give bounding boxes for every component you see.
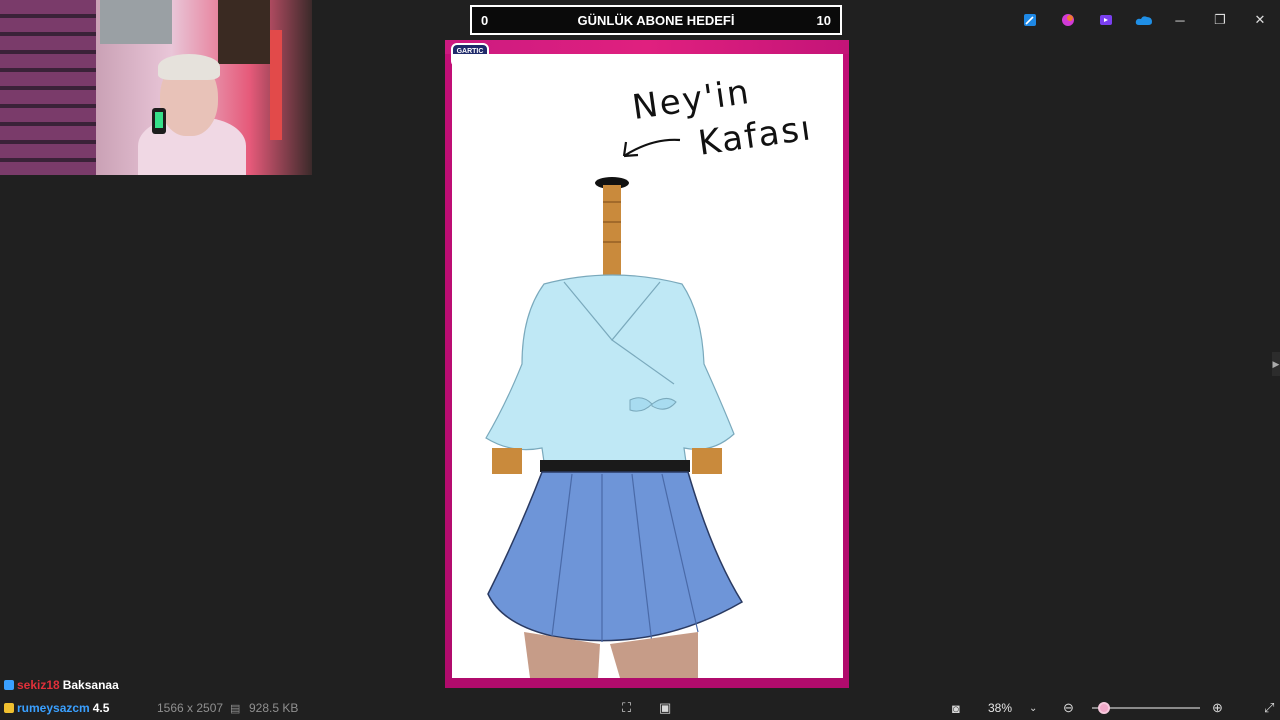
- webcam-microphone: [152, 108, 166, 134]
- webcam-streamer-hair: [158, 54, 220, 80]
- webcam-shelf: [0, 0, 96, 175]
- chat-overlay: sekiz18 Baksanaa: [4, 678, 119, 692]
- fullscreen-icon[interactable]: ⤢: [1264, 700, 1274, 716]
- window-controls: ─ ❐ ✕: [1160, 8, 1280, 32]
- webcam-overlay: [0, 0, 312, 175]
- chat-username: rumeysazcm: [17, 701, 90, 715]
- artwork-frame: GARTIC PHONE Ney'in Kafası: [445, 40, 849, 688]
- zoom-slider-handle[interactable]: [1098, 702, 1110, 714]
- video-editor-icon[interactable]: [1096, 11, 1116, 29]
- goal-title: GÜNLÜK ABONE HEDEFİ: [577, 13, 735, 28]
- drawing-canvas[interactable]: Ney'in Kafası: [452, 54, 843, 678]
- frame-header: [445, 40, 849, 54]
- photos-viewer-window: 0 GÜNLÜK ABONE HEDEFİ 10 ─ ❐ ✕ GARTIC PH…: [0, 0, 1280, 720]
- fit-to-window-icon[interactable]: ⛶: [622, 700, 631, 716]
- subscriber-goal-bar: 0 GÜNLÜK ABONE HEDEFİ 10: [470, 5, 842, 35]
- zoom-level[interactable]: 38%: [988, 701, 1012, 715]
- title-bar-app-icons: [1020, 11, 1154, 29]
- zoom-out-icon[interactable]: ⊖: [1063, 700, 1074, 716]
- verified-badge-icon: [4, 680, 14, 690]
- zoom-in-icon[interactable]: ⊕: [1212, 700, 1223, 716]
- onedrive-icon[interactable]: [1134, 11, 1154, 29]
- chat-message: Baksanaa: [62, 678, 119, 692]
- close-button[interactable]: ✕: [1240, 8, 1280, 32]
- pen-icon[interactable]: [1020, 11, 1040, 29]
- status-bar: sekiz18 Baksanaa rumeysazcm 4.5 1566 x 2…: [0, 678, 1280, 720]
- image-dimensions: 1566 x 2507: [157, 701, 224, 715]
- chevron-down-icon[interactable]: ⌄: [1029, 703, 1037, 714]
- subscriber-badge-icon: [4, 703, 14, 713]
- chat-username: sekiz18: [17, 678, 60, 692]
- webcam-portrait-poster: [218, 0, 270, 64]
- actual-size-icon[interactable]: ▣: [659, 700, 671, 716]
- chat-overlay: rumeysazcm 4.5: [4, 701, 109, 715]
- chat-message: 4.5: [92, 701, 110, 715]
- file-size: 928.5 KB: [249, 701, 299, 715]
- paint-icon[interactable]: [1058, 11, 1078, 29]
- webcam-lamp: [270, 30, 282, 140]
- screenshot-icon[interactable]: ◙: [952, 701, 960, 716]
- webcam-poster: [100, 0, 172, 44]
- restore-button[interactable]: ❐: [1200, 8, 1240, 32]
- fashion-drawing: [485, 138, 744, 678]
- file-size-icon: ▤: [230, 702, 241, 715]
- next-image-arrow[interactable]: ▶: [1272, 352, 1280, 376]
- minimize-button[interactable]: ─: [1160, 8, 1200, 32]
- zoom-slider[interactable]: [1092, 702, 1200, 714]
